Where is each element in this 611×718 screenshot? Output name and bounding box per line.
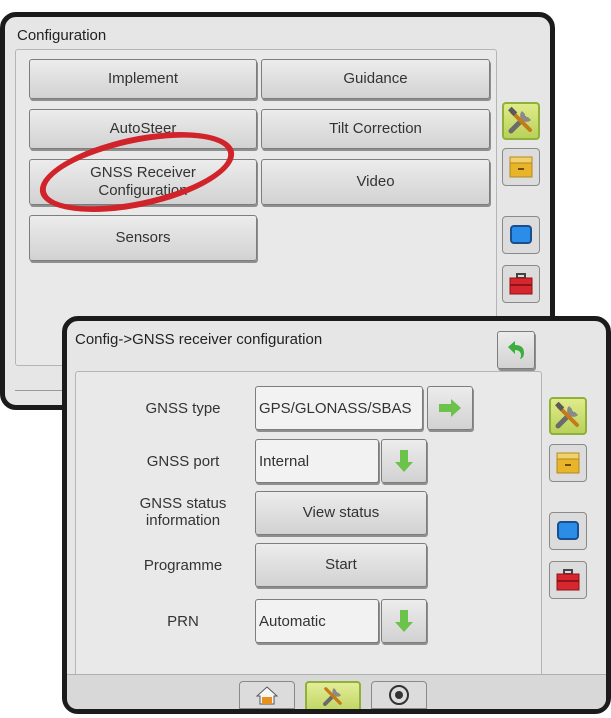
- tab-toolbox[interactable]: [549, 561, 587, 599]
- start-button[interactable]: Start: [255, 543, 427, 587]
- folder-icon: [509, 156, 533, 178]
- tab-home[interactable]: [239, 681, 295, 709]
- gnss-port-dropdown-button[interactable]: [381, 439, 427, 483]
- page-title: Config->GNSS receiver configuration: [75, 331, 323, 348]
- video-button[interactable]: Video: [261, 159, 490, 205]
- toolbox-icon: [556, 569, 580, 591]
- tab-gauge[interactable]: [371, 681, 427, 709]
- display-icon: [510, 225, 532, 244]
- back-arrow-icon: [508, 341, 524, 359]
- gnss-type-label: GNSS type: [145, 400, 221, 417]
- sensors-button[interactable]: Sensors: [29, 215, 257, 261]
- tab-display[interactable]: [502, 216, 540, 254]
- gnss-status-label: GNSS status information: [127, 495, 239, 529]
- tools-icon: [323, 687, 342, 706]
- guidance-button[interactable]: Guidance: [261, 59, 490, 99]
- bottom-tab-bar: [67, 674, 606, 709]
- prn-dropdown-button[interactable]: [381, 599, 427, 643]
- tools-icon: [555, 401, 579, 429]
- prn-label: PRN: [167, 613, 199, 630]
- down-arrow-icon: [395, 450, 413, 472]
- tab-display[interactable]: [549, 512, 587, 550]
- right-arrow-icon: [439, 399, 461, 417]
- back-button[interactable]: [497, 331, 535, 369]
- tab-data[interactable]: [549, 444, 587, 482]
- page-title: Configuration: [17, 27, 107, 44]
- home-icon: [256, 686, 278, 705]
- gnss-configuration-screen: Config->GNSS receiver configuration GNSS…: [62, 316, 611, 714]
- display-icon: [557, 521, 579, 540]
- gnss-port-value[interactable]: Internal: [255, 439, 379, 483]
- tools-icon: [508, 106, 532, 134]
- folder-icon: [556, 452, 580, 474]
- tab-toolbox[interactable]: [502, 265, 540, 303]
- tab-data[interactable]: [502, 148, 540, 186]
- down-arrow-icon: [395, 610, 413, 632]
- gnss-type-next-button[interactable]: [427, 386, 473, 430]
- tab-tools[interactable]: [502, 102, 540, 140]
- programme-label: Programme: [143, 557, 223, 574]
- gnss-status-label-line2: information: [145, 512, 221, 529]
- view-status-button[interactable]: View status: [255, 491, 427, 535]
- tab-tools[interactable]: [549, 397, 587, 435]
- gnss-port-label: GNSS port: [146, 453, 220, 470]
- gnss-status-label-line1: GNSS status: [139, 495, 227, 512]
- implement-button[interactable]: Implement: [29, 59, 257, 99]
- gauge-icon: [389, 685, 409, 705]
- tilt-correction-button[interactable]: Tilt Correction: [261, 109, 490, 149]
- tab-tools-bottom[interactable]: [305, 681, 361, 709]
- toolbox-icon: [509, 273, 533, 295]
- gnss-type-value[interactable]: GPS/GLONASS/SBAS: [255, 386, 423, 430]
- prn-value[interactable]: Automatic: [255, 599, 379, 643]
